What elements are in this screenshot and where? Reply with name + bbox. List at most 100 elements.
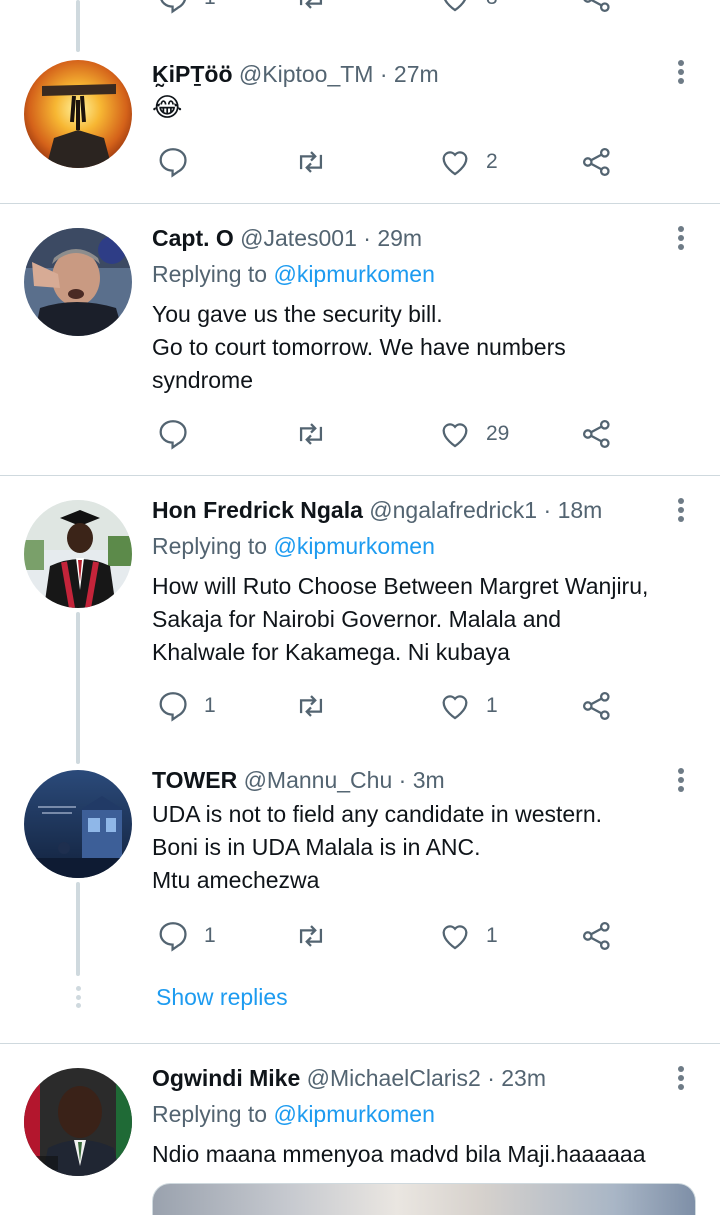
share-icon	[582, 921, 610, 951]
tweet-line: Ndio maana mmenyoa madvd bila Maji.haaaa…	[152, 1141, 646, 1167]
like-count: 1	[486, 924, 498, 947]
tweet-ogwindi-mike[interactable]: Ogwindi Mike @MichaelClaris2 · 23m Reply…	[0, 1044, 720, 1215]
like-count: 2	[486, 150, 498, 173]
like-icon	[442, 423, 468, 448]
user-handle[interactable]: @Jates001	[240, 225, 357, 251]
more-icon	[678, 768, 684, 774]
show-replies-link[interactable]: Show replies	[156, 983, 288, 1011]
more-options-button[interactable]	[672, 1064, 690, 1092]
tweet-kiptoo[interactable]: K̰iPṮö̈ö̈ @Kiptoo_TM · 27m 😂 2	[0, 0, 720, 204]
display-name[interactable]: Hon Fredrick Ngala	[152, 497, 363, 523]
tweet-header: Ogwindi Mike @MichaelClaris2 · 23m	[152, 1064, 660, 1092]
avatar-image	[24, 770, 132, 878]
retweet-icon	[299, 423, 323, 445]
reply-icon	[159, 922, 187, 952]
user-handle[interactable]: @MichaelClaris2	[307, 1065, 481, 1091]
separator: ·	[379, 61, 388, 87]
timestamp[interactable]: 23m	[501, 1065, 546, 1091]
like-icon	[442, 925, 468, 950]
share-icon	[582, 419, 610, 449]
tweet-actions: 2	[152, 142, 632, 182]
tweet-header: K̰iPṮö̈ö̈ @Kiptoo_TM · 27m	[152, 60, 660, 88]
display-name[interactable]: K̰iPṮö̈ö̈	[152, 61, 233, 87]
replying-to-label: Replying to	[152, 533, 268, 559]
timestamp[interactable]: 29m	[377, 225, 422, 251]
reply-count: 1	[204, 694, 216, 717]
more-options-button[interactable]	[672, 224, 690, 252]
separator: ·	[543, 497, 552, 523]
more-icon	[678, 498, 684, 504]
mention-link[interactable]: @kipmurkomen	[273, 261, 434, 287]
tweet-text: UDA is not to field any candidate in wes…	[152, 798, 696, 897]
like-count: 1	[486, 694, 498, 717]
tweet-fredrick-ngala[interactable]: Hon Fredrick Ngala @ngalafredrick1 · 18m…	[0, 476, 720, 746]
avatar-image	[24, 228, 132, 336]
tweet-text: Ndio maana mmenyoa madvd bila Maji.haaaa…	[152, 1138, 696, 1171]
share-button[interactable]	[580, 142, 614, 182]
avatar-image	[24, 60, 132, 168]
tweet-tower[interactable]: TOWER @Mannu_Chu · 3m UDA is not to fiel…	[0, 746, 720, 1042]
tweet-text: 😂	[152, 91, 696, 124]
more-options-button[interactable]	[672, 58, 690, 86]
retweet-button[interactable]	[294, 142, 328, 182]
avatar[interactable]	[24, 228, 132, 336]
avatar[interactable]	[24, 1068, 132, 1176]
more-options-button[interactable]	[672, 496, 690, 524]
tweet-line: Mtu amechezwa	[152, 867, 320, 893]
media-attachment[interactable]	[152, 1183, 696, 1215]
tweet-line: Khalwale for Kakamega. Ni kubaya	[152, 639, 510, 665]
tweet-actions: 1 1	[152, 686, 632, 726]
more-icon	[678, 60, 684, 66]
reply-button[interactable]: 1	[156, 916, 216, 956]
avatar-image	[24, 500, 132, 608]
display-name[interactable]: Ogwindi Mike	[152, 1065, 300, 1091]
more-icon	[678, 226, 684, 232]
timestamp[interactable]: 27m	[394, 61, 439, 87]
like-button[interactable]: 1	[438, 686, 498, 726]
more-options-button[interactable]	[672, 766, 690, 794]
avatar[interactable]	[24, 770, 132, 878]
retweet-button[interactable]	[294, 414, 328, 454]
timestamp[interactable]: 18m	[558, 497, 603, 523]
tweet-header: Capt. O @Jates001 · 29m	[152, 224, 660, 252]
user-handle[interactable]: @Mannu_Chu	[244, 767, 393, 793]
separator: ·	[398, 767, 407, 793]
tweet-text: How will Ruto Choose Between Margret Wan…	[152, 570, 696, 669]
avatar[interactable]	[24, 500, 132, 608]
more-icon	[678, 1066, 684, 1072]
tweet-line: How will Ruto Choose Between Margret Wan…	[152, 573, 649, 599]
user-handle[interactable]: @ngalafredrick1	[369, 497, 537, 523]
replying-to-label: Replying to	[152, 261, 268, 287]
reply-icon	[159, 148, 187, 178]
user-handle[interactable]: @Kiptoo_TM	[239, 61, 374, 87]
like-icon	[442, 151, 468, 176]
share-button[interactable]	[580, 414, 614, 454]
reply-button[interactable]: 1	[156, 686, 216, 726]
reply-icon	[159, 692, 187, 722]
retweet-button[interactable]	[294, 686, 328, 726]
thread-continuation-dots	[74, 986, 82, 1008]
mention-link[interactable]: @kipmurkomen	[273, 533, 434, 559]
retweet-button[interactable]	[294, 916, 328, 956]
like-button[interactable]: 1	[438, 916, 498, 956]
like-button[interactable]: 29	[438, 414, 509, 454]
tweet-line: You gave us the security bill.	[152, 301, 443, 327]
mention-link[interactable]: @kipmurkomen	[273, 1101, 434, 1127]
display-name[interactable]: TOWER	[152, 767, 237, 793]
separator: ·	[363, 225, 371, 251]
reply-button[interactable]	[156, 142, 204, 182]
share-button[interactable]	[580, 916, 614, 956]
reply-button[interactable]	[156, 414, 204, 454]
timestamp[interactable]: 3m	[413, 767, 445, 793]
tweet-capt-o[interactable]: Capt. O @Jates001 · 29m Replying to @kip…	[0, 204, 720, 476]
replying-to: Replying to @kipmurkomen	[152, 532, 435, 560]
reply-count: 1	[204, 924, 216, 947]
like-button[interactable]: 2	[438, 142, 498, 182]
reply-icon	[159, 420, 187, 450]
display-name[interactable]: Capt. O	[152, 225, 234, 251]
share-button[interactable]	[580, 686, 614, 726]
avatar[interactable]	[24, 60, 132, 168]
retweet-icon	[299, 925, 323, 947]
retweet-icon	[299, 151, 323, 173]
share-icon	[582, 691, 610, 721]
